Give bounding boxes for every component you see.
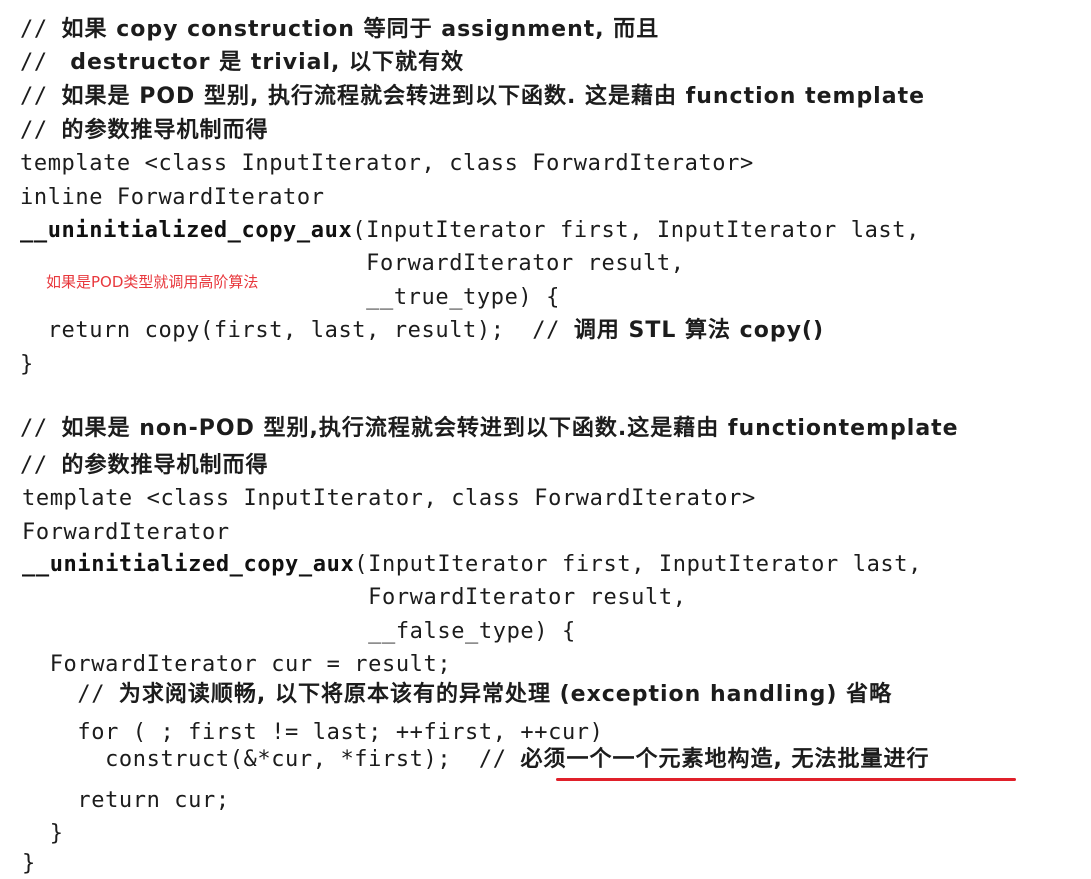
- red-underline: [556, 778, 1016, 781]
- code-line-6: inline ForwardIterator: [20, 185, 325, 210]
- code-line-24: }: [22, 821, 64, 846]
- code-line-5: template <class InputIterator, class For…: [20, 151, 754, 176]
- code-line-1: // 如果 copy construction 等同于 assignment, …: [20, 17, 660, 42]
- code-line-23: return cur;: [22, 788, 230, 813]
- code-line-4: // 的参数推导机制而得: [20, 118, 269, 143]
- code-line-3: // 如果是 POD 型别, 执行流程就会转进到以下函数. 这是藉由 funct…: [20, 84, 926, 109]
- code-line-15: ForwardIterator: [22, 520, 230, 545]
- code-line-16: __uninitialized_copy_aux(InputIterator f…: [22, 552, 922, 577]
- code-line-7: __uninitialized_copy_aux(InputIterator f…: [20, 218, 920, 243]
- code-line-19: ForwardIterator cur = result;: [22, 652, 452, 677]
- code-line-2: // destructor 是 trivial, 以下就有效: [20, 50, 465, 75]
- code-line-25: }: [22, 851, 36, 876]
- code-line-12: // 如果是 non-POD 型别,执行流程就会转进到以下函数.这是藉由 fun…: [20, 416, 959, 441]
- code-line-14: template <class InputIterator, class For…: [22, 486, 756, 511]
- code-line-18: __false_type) {: [22, 619, 576, 644]
- code-line-13: // 的参数推导机制而得: [20, 453, 269, 478]
- code-line-10: return copy(first, last, result); // 调用 …: [20, 318, 825, 343]
- code-line-21: for ( ; first != last; ++first, ++cur): [22, 720, 604, 745]
- code-line-22: construct(&*cur, *first); // 必须一个一个元素地构造…: [22, 747, 930, 772]
- code-line-11: }: [20, 352, 34, 377]
- code-line-20: // 为求阅读顺畅, 以下将原本该有的异常处理 (exception handl…: [22, 682, 893, 707]
- code-line-17: ForwardIterator result,: [22, 585, 687, 610]
- handwritten-annotation: 如果是POD类型就调用高阶算法: [46, 273, 259, 291]
